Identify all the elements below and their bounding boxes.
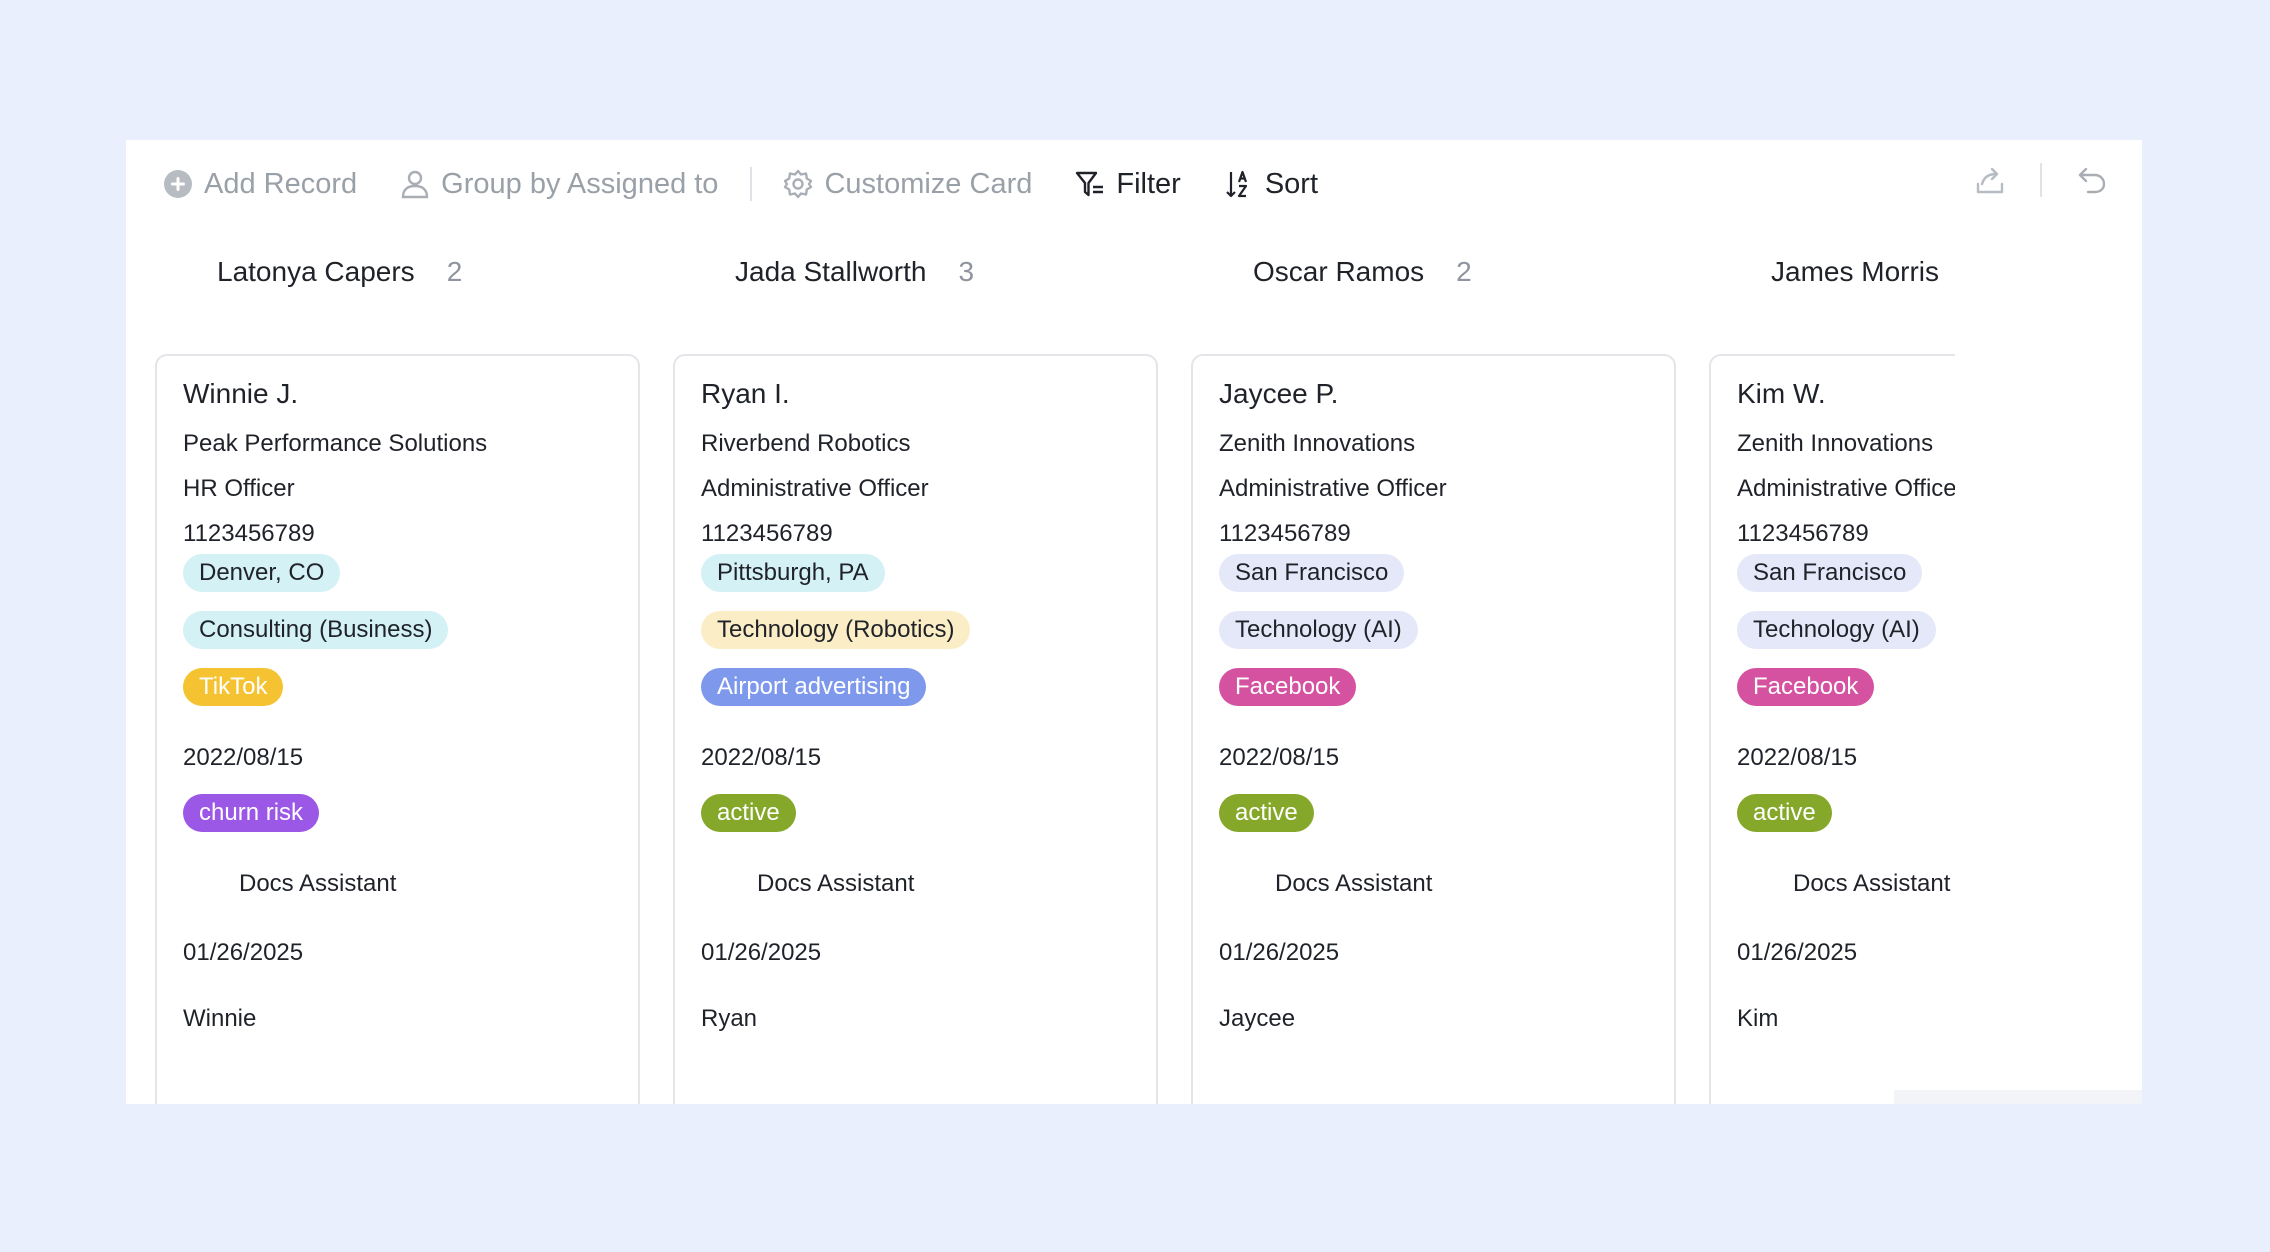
card-assistant: Docs Assistant xyxy=(1275,870,1433,897)
location-tag: Pittsburgh, PA xyxy=(701,554,885,592)
plus-circle-icon xyxy=(164,170,192,198)
scrollbar-track[interactable] xyxy=(1894,1090,2142,1104)
card-name: Ryan I. xyxy=(701,378,790,409)
sort-icon xyxy=(1226,170,1247,198)
column-count: 2 xyxy=(446,256,463,287)
add-record-button[interactable]: Add Record xyxy=(162,162,357,206)
status-tag: churn risk xyxy=(183,794,320,832)
card-first-name: Winnie xyxy=(183,1005,257,1032)
industry-tag: Technology (AI) xyxy=(1219,611,1418,649)
industry-tag: Technology (Robotics) xyxy=(701,611,971,649)
status-tag: active xyxy=(1737,794,1832,832)
status-tag: active xyxy=(701,794,796,832)
record-card[interactable]: Kim W. Zenith Innovations Administrative… xyxy=(1709,354,1955,1104)
add-record-label: Add Record xyxy=(204,167,358,200)
share-button[interactable] xyxy=(1972,162,2008,198)
card-phone: 1123456789 xyxy=(701,520,833,547)
record-card[interactable]: Jaycee P. Zenith Innovations Administrat… xyxy=(1191,354,1676,1104)
location-tag: Denver, CO xyxy=(183,554,341,592)
card-date: 2022/08/15 xyxy=(1219,744,1340,771)
card-job-title: Administrative Officer xyxy=(1219,475,1447,502)
card-company: Zenith Innovations xyxy=(1737,430,1934,457)
card-name: Kim W. xyxy=(1737,378,1826,409)
gear-icon xyxy=(784,169,813,199)
column-count: 2 xyxy=(1456,256,1472,287)
status-tag: active xyxy=(1219,794,1314,832)
kanban-app: Add Record Group by Assigned to Customiz… xyxy=(126,140,2142,1104)
industry-tag: Consulting (Business) xyxy=(183,611,449,649)
card-job-title: Administrative Officer xyxy=(701,475,929,502)
group-by-button[interactable]: Group by Assigned to xyxy=(399,162,718,206)
column-title: Jada Stallworth xyxy=(735,256,927,287)
card-job-title: Administrative Office xyxy=(1737,475,1955,502)
card-first-name: Jaycee xyxy=(1219,1005,1296,1032)
card-created-date: 01/26/2025 xyxy=(183,939,304,966)
channel-tag: Airport advertising xyxy=(701,668,927,706)
sort-label: Sort xyxy=(1264,167,1318,200)
card-date: 2022/08/15 xyxy=(1737,744,1858,771)
share-icon xyxy=(1976,167,2004,194)
location-tag: San Francisco xyxy=(1219,554,1405,592)
kanban-column-3: James Morris Kim W. Zenith Innovations A… xyxy=(1709,228,1955,1104)
column-header[interactable]: Jada Stallworth 3 xyxy=(735,252,974,292)
card-name: Winnie J. xyxy=(183,378,299,409)
kanban-column-2: Oscar Ramos 2 Jaycee P. Zenith Innovatio… xyxy=(1191,228,1676,1104)
customize-card-button[interactable]: Customize Card xyxy=(782,162,1032,206)
kanban-board: Latonya Capers 2 Winnie J. Peak Performa… xyxy=(155,228,1955,1104)
card-name: Jaycee P. xyxy=(1219,378,1339,409)
card-job-title: HR Officer xyxy=(183,475,295,502)
card-created-date: 01/26/2025 xyxy=(701,939,822,966)
card-phone: 1123456789 xyxy=(183,520,315,547)
toolbar-right-divider xyxy=(2040,163,2042,197)
card-assistant: Docs Assistant xyxy=(757,870,915,897)
card-company: Riverbend Robotics xyxy=(701,430,911,457)
card-date: 2022/08/15 xyxy=(183,744,304,771)
column-header[interactable]: Oscar Ramos 2 xyxy=(1253,252,1472,292)
channel-tag: Facebook xyxy=(1737,668,1875,706)
card-created-date: 01/26/2025 xyxy=(1219,939,1340,966)
toolbar: Add Record Group by Assigned to Customiz… xyxy=(126,140,2142,228)
column-header[interactable]: James Morris xyxy=(1771,252,1939,292)
toolbar-divider xyxy=(750,167,753,201)
industry-tag: Technology (AI) xyxy=(1737,611,1936,649)
toolbar-right xyxy=(1972,162,2110,198)
filter-label: Filter xyxy=(1116,167,1181,200)
undo-button[interactable] xyxy=(2074,162,2110,198)
channel-tag: TikTok xyxy=(183,668,284,706)
column-title: Oscar Ramos xyxy=(1253,256,1425,287)
card-phone: 1123456789 xyxy=(1737,520,1869,547)
filter-icon xyxy=(1076,171,1104,197)
column-count: 3 xyxy=(958,256,975,287)
location-tag: San Francisco xyxy=(1737,554,1923,592)
card-phone: 1123456789 xyxy=(1219,520,1351,547)
card-first-name: Ryan xyxy=(701,1005,758,1032)
column-header[interactable]: Latonya Capers 2 xyxy=(217,252,462,292)
channel-tag: Facebook xyxy=(1219,668,1357,706)
card-created-date: 01/26/2025 xyxy=(1737,939,1858,966)
person-icon xyxy=(401,170,429,199)
sort-button[interactable]: Sort xyxy=(1223,162,1318,206)
card-company: Zenith Innovations xyxy=(1219,430,1416,457)
column-title: Latonya Capers xyxy=(217,256,415,287)
card-date: 2022/08/15 xyxy=(701,744,822,771)
card-company: Peak Performance Solutions xyxy=(183,430,488,457)
kanban-column-1: Jada Stallworth 3 Ryan I. Riverbend Robo… xyxy=(673,228,1158,1104)
undo-icon xyxy=(2078,167,2106,194)
customize-card-label: Customize Card xyxy=(824,167,1033,200)
card-first-name: Kim xyxy=(1737,1005,1779,1032)
record-card[interactable]: Winnie J. Peak Performance Solutions HR … xyxy=(155,354,640,1104)
group-by-label: Group by Assigned to xyxy=(441,167,719,200)
record-card[interactable]: Ryan I. Riverbend Robotics Administrativ… xyxy=(673,354,1158,1104)
card-assistant: Docs Assistant xyxy=(1793,870,1951,897)
filter-button[interactable]: Filter xyxy=(1074,162,1181,206)
card-assistant: Docs Assistant xyxy=(239,870,397,897)
column-title: James Morris xyxy=(1771,256,1940,287)
kanban-column-0: Latonya Capers 2 Winnie J. Peak Performa… xyxy=(155,228,640,1104)
